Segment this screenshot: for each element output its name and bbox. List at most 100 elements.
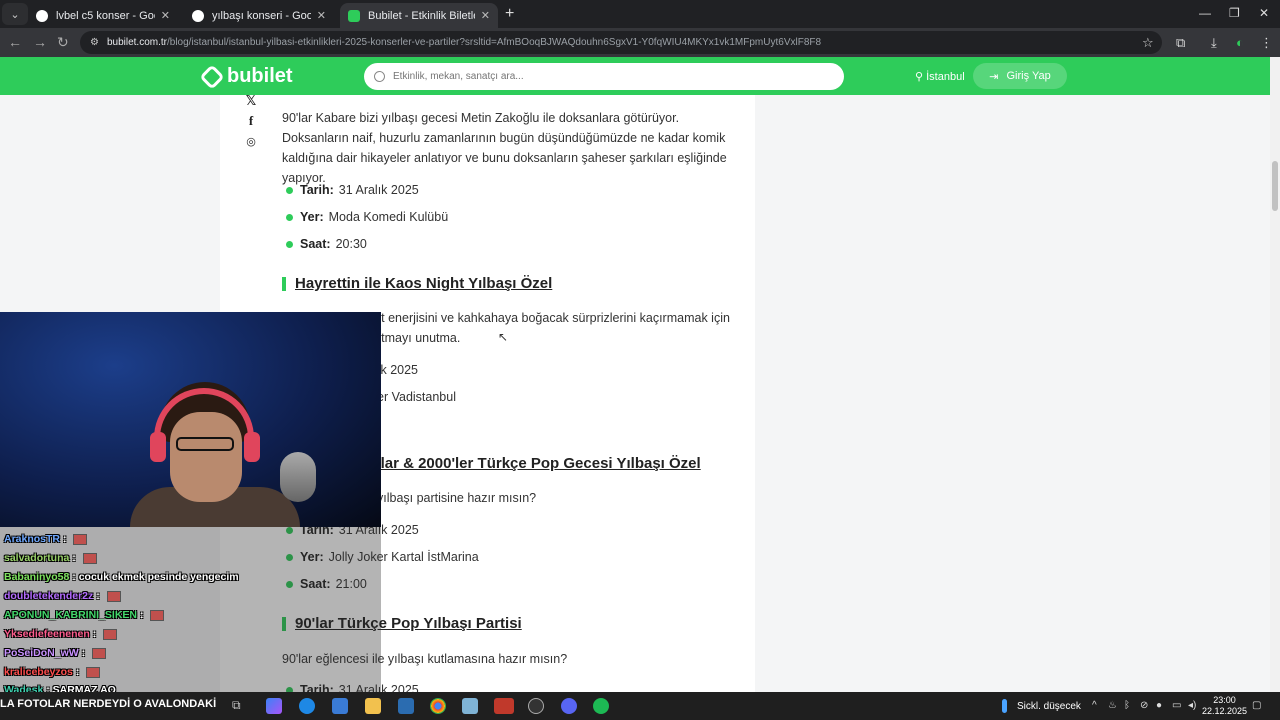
notification-center-icon[interactable]: ▢ <box>1252 700 1261 711</box>
tab-search-button[interactable]: ⌄ <box>2 3 28 25</box>
time-value: 20:30 <box>335 237 367 251</box>
taskbar-clock[interactable]: 23:00 22.12.2025 <box>1202 695 1247 717</box>
profile-icon[interactable]: ◐ <box>1236 35 1244 50</box>
obs-icon[interactable] <box>528 698 544 714</box>
thermometer-icon <box>1002 699 1007 713</box>
chat-message: Babaninyo58 : cocuk ekmek pesinde yengec… <box>4 571 239 583</box>
headphone-earcup <box>244 432 260 462</box>
chat-separator: : <box>139 609 144 621</box>
google-icon <box>36 9 48 22</box>
notepad-icon[interactable] <box>462 698 478 714</box>
weather-widget[interactable]: Sickl. düşecek <box>1002 699 1081 713</box>
mic-icon[interactable]: ● <box>1156 700 1162 711</box>
file-explorer-icon[interactable] <box>365 698 381 714</box>
more-menu-icon[interactable]: ⋮ <box>1260 35 1273 51</box>
event-date-value: ık 2025 <box>377 363 419 377</box>
x-twitter-icon[interactable]: 𝕏 <box>244 95 258 109</box>
search-input[interactable] <box>393 71 813 82</box>
reload-icon[interactable]: ↻ <box>57 34 69 51</box>
new-tab-icon[interactable]: + <box>505 5 514 23</box>
venue-value: Moda Komedi Kulübü <box>328 210 449 224</box>
emote-icon <box>73 533 88 545</box>
minimize-icon[interactable]: — <box>1199 6 1211 20</box>
url-domain: bubilet.com.tr <box>106 37 167 48</box>
emote-icon <box>86 666 101 678</box>
close-window-icon[interactable]: ✕ <box>1259 6 1269 20</box>
steam-icon[interactable]: ♨ <box>1108 700 1117 711</box>
browser-tab-bar: ⌄ lvbel c5 konser - Google'da Ara ✕ yılb… <box>0 0 1280 28</box>
bullet-dot <box>286 186 293 194</box>
event-heading-link[interactable]: Hayrettin ile Kaos Night Yılbaşı Özel <box>282 275 552 292</box>
back-icon[interactable]: ← <box>8 34 22 50</box>
chat-username: Yksediefeenenen <box>4 628 90 640</box>
chat-username: PoSeiDoN_wW <box>4 647 79 659</box>
search-box[interactable] <box>364 63 844 90</box>
browser-tab-2[interactable]: yılbaşı konseri - Google'da Ara ✕ <box>184 3 334 28</box>
browser-tab-1[interactable]: lvbel c5 konser - Google'da Ara ✕ <box>28 3 178 28</box>
chat-separator: : <box>72 571 76 583</box>
chat-username: salvadortuna <box>4 552 70 564</box>
event-time: Saat: 20:30 <box>286 237 367 251</box>
chat-separator: : <box>96 590 100 602</box>
chat-username: APONUN_KABRINI_SIKEN <box>4 609 138 621</box>
bubilet-logo[interactable]: bubilet <box>199 63 293 90</box>
weather-text: Sickl. düşecek <box>1017 700 1081 712</box>
close-icon[interactable]: ✕ <box>317 9 326 22</box>
chat-message: PoSeiDoN_wW : <box>4 647 107 659</box>
chat-separator: : <box>92 628 97 640</box>
volume-icon[interactable]: ◂) <box>1188 700 1196 711</box>
forward-icon[interactable]: → <box>33 34 47 50</box>
browser-tab-3[interactable]: Bubilet - Etkinlik Biletleri ✕ <box>340 3 498 28</box>
close-icon[interactable]: ✕ <box>161 9 170 22</box>
url-field[interactable]: ⚙ bubilet.com.tr/blog/istanbul/istanbul-… <box>80 31 1162 54</box>
edge-icon[interactable] <box>299 698 315 714</box>
notifications-off-icon[interactable]: ⊘ <box>1140 700 1148 711</box>
bluetooth-icon[interactable]: ᛒ <box>1124 700 1130 711</box>
extensions-icon[interactable]: ⧉ <box>1176 35 1185 51</box>
chat-username: Babaninyo58 <box>4 571 70 583</box>
time-label: Saat: <box>300 237 331 251</box>
emote-icon <box>150 609 165 621</box>
stream-ticker: LA FOTOLAR NERDEYDİ O AVALONDAKİ <box>0 698 217 710</box>
discord-icon[interactable] <box>561 698 577 714</box>
chrome-icon[interactable] <box>430 698 446 714</box>
emote-icon <box>106 590 121 602</box>
obs-app-icon[interactable] <box>494 698 514 714</box>
venue-label: Yer: <box>300 210 324 224</box>
event-heading-link[interactable]: 'lar & 2000'ler Türkçe Pop Gecesi Yılbaş… <box>377 455 701 472</box>
chat-username: AraknosTR <box>4 533 61 545</box>
download-icon[interactable]: ⤓ <box>1211 35 1217 51</box>
mail-icon[interactable] <box>398 698 414 714</box>
facebook-icon[interactable]: f <box>244 113 258 129</box>
article-paragraph: rt enerjisini ve kahkahaya boğacak sürpr… <box>377 311 730 325</box>
network-icon[interactable]: ▭ <box>1172 700 1181 711</box>
scrollbar-thumb[interactable] <box>1272 161 1278 211</box>
copilot-icon[interactable] <box>266 698 282 714</box>
chat-text: SARMAZ AQ <box>52 684 116 692</box>
close-icon[interactable]: ✕ <box>481 9 490 22</box>
windows-taskbar: LA FOTOLAR NERDEYDİ O AVALONDAKİ ⧉ Sickl… <box>0 692 1280 720</box>
location-pin-icon: ⚲ <box>915 71 924 83</box>
heading-text: Hayrettin ile Kaos Night Yılbaşı Özel <box>295 275 553 292</box>
tray-chevron-icon[interactable]: ^ <box>1092 700 1097 711</box>
chat-message: kralicebeyzos : <box>4 666 101 678</box>
spotify-icon[interactable] <box>593 698 609 714</box>
chat-message: Wadesk : SARMAZ AQ <box>4 684 116 692</box>
instagram-icon[interactable]: ◎ <box>244 135 258 148</box>
emote-icon <box>92 647 107 659</box>
task-view-icon[interactable]: ⧉ <box>232 698 248 714</box>
chat-separator: : <box>72 552 76 564</box>
mouse-cursor-icon: ↖ <box>498 330 509 344</box>
page-scrollbar[interactable] <box>1270 57 1280 692</box>
restore-icon[interactable]: ❐ <box>1229 6 1240 20</box>
login-button[interactable]: ⇥ Giriş Yap <box>973 63 1067 89</box>
date-value: 31 Aralık 2025 <box>338 183 419 197</box>
tab-title: lvbel c5 konser - Google'da Ara <box>56 9 155 22</box>
city-selector[interactable]: ⚲ İstanbul <box>915 70 965 83</box>
date-label: Tarih: <box>300 183 334 197</box>
bubilet-favicon-icon <box>348 9 360 22</box>
bookmark-star-icon[interactable]: ☆ <box>1142 35 1154 51</box>
bullet-dot <box>286 213 293 221</box>
site-info-icon[interactable]: ⚙ <box>90 37 99 48</box>
store-icon[interactable] <box>332 698 348 714</box>
